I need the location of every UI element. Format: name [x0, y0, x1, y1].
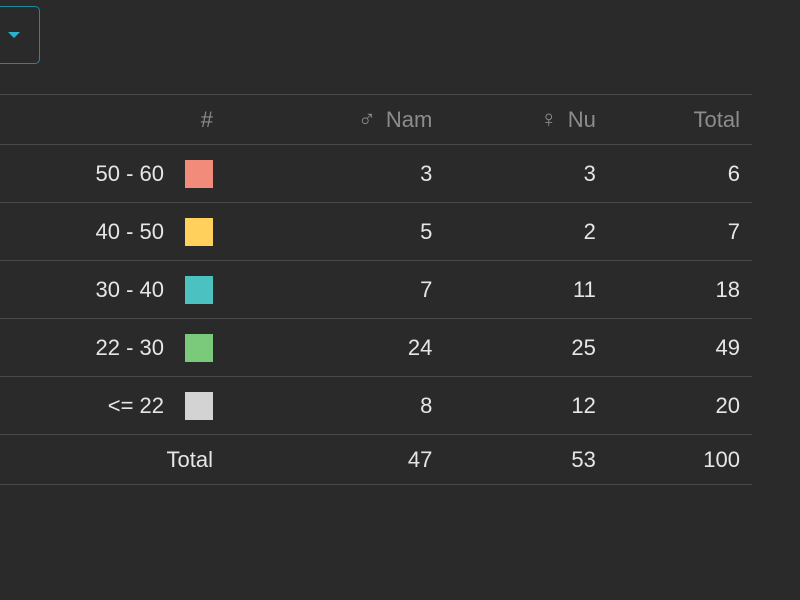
color-swatch: [185, 333, 214, 362]
table-row: <= 22 8 12 20: [0, 376, 752, 435]
female-count-cell: 25: [432, 318, 596, 377]
female-count-cell: 12: [432, 376, 596, 435]
age-range-cell: 50 - 60: [0, 144, 226, 203]
chevron-down-icon: [8, 32, 20, 38]
age-range-label: 22 - 30: [95, 334, 165, 360]
table-row: 30 - 40 7 11 18: [0, 260, 752, 319]
female-count-cell: 2: [432, 202, 596, 261]
age-range-label: 30 - 40: [95, 276, 165, 302]
footer-total-label: Total: [0, 434, 226, 485]
male-count-cell: 5: [225, 202, 433, 261]
female-label: Nu: [567, 106, 596, 132]
female-count-cell: 3: [432, 144, 596, 203]
age-range-label: <= 22: [107, 392, 165, 418]
page: # ♂ Nam ♀ Nu Total 50 - 60 3 3 6 40 - 50…: [0, 0, 800, 600]
column-header-male: ♂ Nam: [225, 94, 433, 145]
color-swatch: [185, 217, 214, 246]
total-count-cell: 6: [595, 144, 752, 203]
total-count-cell: 20: [595, 376, 752, 435]
table-row: 40 - 50 5 2 7: [0, 202, 752, 261]
footer-female-total: 53: [432, 434, 596, 485]
table-header-row: # ♂ Nam ♀ Nu Total: [0, 94, 752, 145]
age-range-cell: <= 22: [0, 376, 226, 435]
age-range-cell: 40 - 50: [0, 202, 226, 261]
male-count-cell: 7: [225, 260, 433, 319]
age-range-cell: 30 - 40: [0, 260, 226, 319]
age-range-label: 50 - 60: [95, 160, 165, 186]
total-count-cell: 18: [595, 260, 752, 319]
color-swatch: [185, 159, 214, 188]
table-row: 22 - 30 24 25 49: [0, 318, 752, 377]
male-count-cell: 3: [225, 144, 433, 203]
column-header-total: Total: [595, 94, 752, 145]
total-count-cell: 7: [595, 202, 752, 261]
table-footer-row: Total 47 53 100: [0, 434, 752, 485]
age-gender-table: # ♂ Nam ♀ Nu Total 50 - 60 3 3 6 40 - 50…: [0, 94, 752, 485]
male-count-cell: 24: [225, 318, 433, 377]
male-label: Nam: [385, 106, 433, 132]
age-range-label: 40 - 50: [95, 218, 165, 244]
female-count-cell: 11: [432, 260, 596, 319]
color-swatch: [185, 391, 214, 420]
footer-grand-total: 100: [595, 434, 752, 485]
age-range-cell: 22 - 30: [0, 318, 226, 377]
color-swatch: [185, 275, 214, 304]
male-count-cell: 8: [225, 376, 433, 435]
table-row: 50 - 60 3 3 6: [0, 144, 752, 203]
dropdown-button[interactable]: [0, 6, 40, 64]
footer-male-total: 47: [225, 434, 433, 485]
total-count-cell: 49: [595, 318, 752, 377]
hash-label: #: [200, 106, 214, 132]
male-icon: ♂: [357, 105, 376, 133]
female-icon: ♀: [539, 105, 558, 133]
column-header-hash: #: [0, 94, 226, 145]
column-header-female: ♀ Nu: [432, 94, 596, 145]
total-label: Total: [693, 106, 740, 132]
